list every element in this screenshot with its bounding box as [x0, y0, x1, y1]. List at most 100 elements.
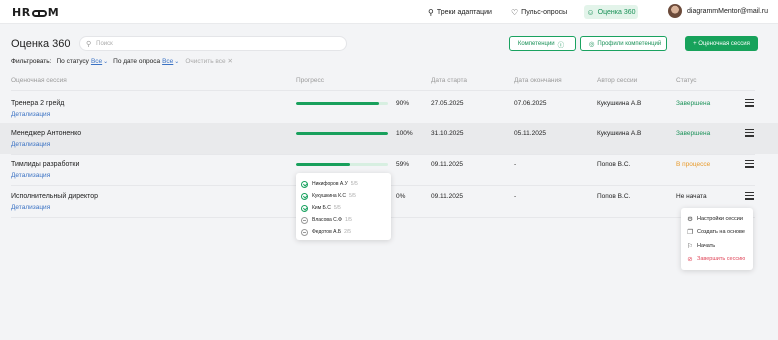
session-name[interactable]: Менеджер Антоненко [11, 130, 81, 137]
column-header-session: Оценочная сессия [11, 77, 67, 84]
info-icon: ⓘ [557, 41, 565, 49]
progress-bar[interactable] [296, 102, 388, 105]
status-badge: Завершена [676, 130, 711, 137]
menu-item-start[interactable]: ⚐ Начать [686, 239, 748, 253]
new-session-button[interactable]: + Оценочная сессия [685, 36, 758, 51]
column-header-end: Дата окончания [514, 77, 562, 84]
participant-name: Федотов А.Б [312, 229, 342, 235]
participant-name: Кукушкина К.С [312, 193, 346, 199]
logo-mark [31, 10, 47, 17]
date-filter-label: По дате опроса [113, 57, 161, 65]
participant-item: Кукушкина К.С 5/5 [301, 190, 386, 202]
date-filter-dropdown[interactable]: Все [162, 58, 173, 65]
details-link[interactable]: Детализация [11, 141, 50, 148]
status-filter-label: По статусу [56, 57, 89, 65]
menu-icon[interactable] [745, 192, 754, 200]
table-row[interactable]: Менеджер Антоненко Детализация 100% 31.10.2… [0, 123, 778, 154]
status-badge: В процессе [676, 161, 711, 168]
top-bar: HR M ⚲ Треки адаптации ♡ Пульс-опросы ☺ О… [0, 0, 778, 24]
check-circle-icon [301, 180, 308, 188]
flag-icon: ⚐ [687, 242, 693, 250]
nav-label: Треки адаптации [436, 8, 492, 16]
end-date: - [514, 161, 517, 168]
participant-count: 5/5 [349, 193, 356, 199]
progress-percent: 59% [396, 161, 410, 168]
menu-item-finish[interactable]: ⊘ Завершить сессию [686, 253, 748, 267]
column-header-status: Статус [676, 77, 697, 84]
progress-bar[interactable] [296, 132, 388, 135]
check-circle-icon [301, 204, 308, 212]
status-filter-dropdown[interactable]: Все [91, 58, 102, 65]
start-date: 27.05.2025 [431, 100, 464, 107]
search-placeholder: Поиск [96, 40, 113, 47]
session-name[interactable]: Тренера 2 грейд [11, 100, 64, 107]
menu-item-create-based[interactable]: ❐ Создать на основе [686, 226, 748, 240]
progress-fill [296, 102, 379, 105]
end-date: - [514, 193, 517, 200]
session-author: Попов В.С. [597, 193, 631, 200]
competency-profiles-button[interactable]: ◎ Профили компетенций [580, 36, 667, 51]
progress-bar[interactable] [296, 163, 388, 166]
progress-percent: 100% [396, 130, 413, 137]
start-date: 09.11.2025 [431, 161, 464, 168]
table-row[interactable]: Тренера 2 грейд Детализация 90% 27.05.2025 0… [0, 93, 778, 124]
competencies-label: Компетенции [517, 40, 555, 47]
column-header-author: Автор сессии [597, 77, 638, 84]
session-name[interactable]: Исполнительный директор [11, 193, 98, 200]
participant-count: 1/5 [344, 217, 352, 223]
status-badge: Не начата [676, 193, 707, 200]
logo[interactable]: HR M [12, 6, 59, 19]
end-date: 07.06.2025 [514, 100, 547, 107]
participant-item: Федотов А.Б 2/5 [301, 226, 386, 238]
nav-item-adaptation[interactable]: ⚲ Треки адаптации [428, 5, 492, 19]
progress-percent: 0% [396, 193, 406, 200]
menu-item-settings[interactable]: ⚙ Настройки сессии [686, 212, 748, 226]
details-link[interactable]: Детализация [11, 111, 50, 118]
pending-circle-icon [301, 216, 308, 224]
session-author: Попов В.С. [597, 161, 631, 168]
clear-filters-button[interactable]: Очистить все ✕ [185, 57, 233, 65]
participant-item: Никифоров А.У 5/5 [301, 178, 386, 190]
filter-bar: Фильтровать: По статусу Все ⌄ По дате оп… [11, 57, 233, 66]
details-link[interactable]: Детализация [11, 172, 50, 179]
divider [11, 90, 755, 91]
menu-item-label: Создать на основе [697, 229, 745, 236]
nav-item-360[interactable]: ☺ Оценка 360 [584, 5, 638, 19]
progress-percent: 90% [396, 100, 410, 107]
details-link[interactable]: Детализация [11, 204, 50, 211]
menu-icon[interactable] [745, 160, 754, 168]
competencies-button[interactable]: Компетенции ⓘ [509, 36, 576, 51]
session-name[interactable]: Тимлиды разработки [11, 161, 79, 168]
chevron-down-icon[interactable]: ⌄ [174, 58, 179, 65]
avatar [668, 4, 682, 18]
participant-count: 5/5 [350, 181, 358, 187]
user-menu[interactable]: diagrammMentor@mail.ru [668, 4, 768, 18]
check-circle-icon [301, 192, 308, 200]
status-badge: Завершена [676, 100, 711, 107]
column-header-progress: Прогресс [296, 77, 325, 84]
participant-item: Власова С.Ф 1/5 [301, 214, 386, 226]
search-input[interactable]: ⚲ Поиск [79, 36, 347, 51]
nav-item-pulse[interactable]: ♡ Пульс-опросы [511, 5, 567, 19]
participant-name: Ким Б.С [312, 205, 331, 211]
participant-name: Власова С.Ф [312, 217, 342, 223]
page-title: Оценка 360 [11, 38, 71, 50]
start-date: 09.11.2025 [431, 193, 464, 200]
menu-item-label: Завершить сессию [697, 256, 746, 263]
menu-item-label: Настройки сессии [697, 215, 743, 222]
menu-icon[interactable] [745, 99, 754, 107]
heart-icon: ♡ [511, 7, 519, 17]
chevron-down-icon[interactable]: ⌄ [103, 58, 108, 65]
end-date: 05.11.2025 [514, 130, 547, 137]
participant-item: Ким Б.С 5/5 [301, 202, 386, 214]
filter-label: Фильтровать: [11, 57, 52, 65]
progress-fill [296, 163, 351, 166]
menu-item-label: Начать [697, 242, 716, 249]
new-session-label: + Оценочная сессия [693, 40, 750, 47]
participant-count: 2/5 [344, 229, 352, 235]
cancel-icon: ⊘ [687, 256, 693, 264]
session-actions-menu: ⚙ Настройки сессии ❐ Создать на основе ⚐… [681, 208, 753, 270]
profile-icon: ◎ [588, 40, 595, 48]
participants-popup: Никифоров А.У 5/5 Кукушкина К.С 5/5 Ким … [296, 173, 391, 240]
menu-icon[interactable] [745, 129, 754, 137]
